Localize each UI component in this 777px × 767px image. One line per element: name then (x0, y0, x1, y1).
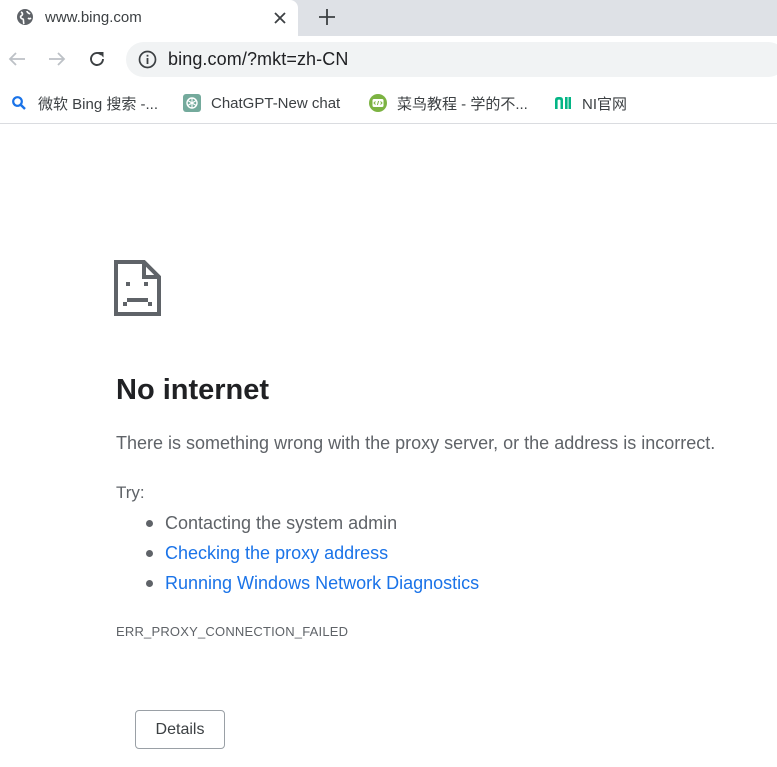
ni-logo-icon (554, 94, 572, 112)
bookmark-label: NI官网 (582, 95, 628, 113)
toolbar: bing.com/?mkt=zh-CN (0, 36, 777, 84)
info-icon[interactable] (138, 50, 157, 69)
close-icon[interactable] (270, 8, 290, 28)
suggestion-item: Contacting the system admin (146, 508, 479, 538)
suggestion-item: Running Windows Network Diagnostics (146, 568, 479, 598)
address-bar[interactable]: bing.com/?mkt=zh-CN (126, 42, 777, 77)
plus-icon[interactable] (316, 6, 338, 28)
bookmark-ni[interactable]: NI官网 (554, 92, 627, 114)
chatgpt-icon (183, 94, 201, 112)
sad-page-icon (114, 260, 161, 316)
bookmark-label: ChatGPT-New chat (211, 94, 341, 112)
details-button[interactable]: Details (135, 710, 225, 749)
suggestion-list: Contacting the system admin Checking the… (146, 508, 479, 598)
arrow-left-icon[interactable] (6, 48, 28, 70)
suggestion-item: Checking the proxy address (146, 538, 479, 568)
suggestion-contact-admin: Contacting the system admin (165, 513, 398, 533)
suggestion-network-diagnostics-link[interactable]: Running Windows Network Diagnostics (165, 573, 479, 593)
try-label: Try: (116, 483, 145, 502)
bookmark-runoob[interactable]: 菜鸟教程 - 学的不... (369, 92, 528, 114)
globe-icon (16, 8, 34, 26)
bookmark-label: 微软 Bing 搜索 -... (38, 95, 159, 113)
tab-title: www.bing.com (45, 9, 142, 26)
bookmark-bing[interactable]: 微软 Bing 搜索 -... (10, 92, 158, 114)
error-description: There is something wrong with the proxy … (116, 433, 716, 453)
bookmark-chatgpt[interactable]: ChatGPT-New chat (183, 92, 340, 114)
bookmark-label: 菜鸟教程 - 学的不... (397, 95, 528, 113)
browser-tab[interactable]: www.bing.com (0, 0, 298, 36)
reload-icon[interactable] (86, 48, 108, 70)
error-title: No internet (116, 374, 270, 406)
bing-search-icon (10, 94, 28, 112)
bookmarks-bar: 微软 Bing 搜索 -... ChatGPT-New chat 菜鸟教程 - … (0, 84, 777, 124)
bullet-icon (146, 550, 153, 557)
error-code: ERR_PROXY_CONNECTION_FAILED (116, 624, 349, 639)
bullet-icon (146, 520, 153, 527)
bullet-icon (146, 580, 153, 587)
suggestion-check-proxy-link[interactable]: Checking the proxy address (165, 543, 388, 563)
url-text: bing.com/?mkt=zh-CN (168, 49, 349, 69)
runoob-icon (369, 94, 387, 112)
arrow-right-icon[interactable] (46, 48, 68, 70)
tab-strip: www.bing.com (0, 0, 777, 36)
